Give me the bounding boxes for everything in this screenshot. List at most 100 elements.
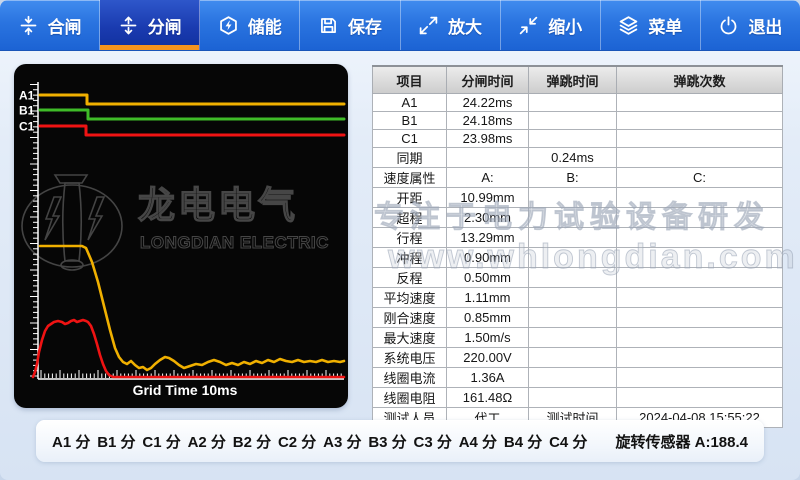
- table-row: 同期0.24ms: [373, 148, 783, 168]
- table-cell: 0.90mm: [447, 248, 529, 268]
- toolbar-button-label: 分闸: [148, 13, 182, 38]
- table-row: C123.98ms: [373, 130, 783, 148]
- phase-status: B2 分: [233, 431, 271, 452]
- phase-status: A2 分: [188, 431, 226, 452]
- exit-icon: [718, 15, 739, 36]
- phase-label-A1: A1: [19, 89, 35, 103]
- table-cell: 13.29mm: [447, 228, 529, 248]
- toolbar-button-label: 合闸: [48, 13, 82, 38]
- zoom-out-icon: [518, 15, 539, 36]
- table-cell: [617, 328, 783, 348]
- table-cell: C1: [373, 130, 447, 148]
- status-bar: A1 分B1 分C1 分A2 分B2 分C2 分A3 分B3 分C3 分A4 分…: [36, 420, 764, 462]
- toolbar-button-energy-storage[interactable]: 储能: [200, 0, 300, 50]
- table-cell: 冲程: [373, 248, 447, 268]
- table-cell: 线圈电流: [373, 368, 447, 388]
- table-cell: [617, 94, 783, 112]
- table-row: B124.18ms: [373, 112, 783, 130]
- toolbar-button-zoom-in[interactable]: 放大: [401, 0, 501, 50]
- table-cell: [529, 328, 617, 348]
- table-cell: [617, 368, 783, 388]
- toolbar-button-menu[interactable]: 菜单: [601, 0, 701, 50]
- phase-label-B1: B1: [19, 104, 35, 118]
- toolbar-button-save[interactable]: 保存: [300, 0, 400, 50]
- waveform-chart: 龙电电气 LONGDIAN ELECTRIC A1B1C1 Grid Time …: [14, 64, 348, 408]
- table-cell: [617, 288, 783, 308]
- table-cell: 23.98ms: [447, 130, 529, 148]
- table-cell: [617, 308, 783, 328]
- phase-status: B4 分: [504, 431, 542, 452]
- phase-status: C2 分: [278, 431, 316, 452]
- table-row: 超程2.30mm: [373, 208, 783, 228]
- table-cell: 同期: [373, 148, 447, 168]
- table-cell: 刚合速度: [373, 308, 447, 328]
- col-header-bounce-count: 弹跳次数: [617, 66, 783, 94]
- toolbar-button-label: 缩小: [548, 13, 582, 38]
- table-cell: [529, 288, 617, 308]
- col-header-bounce-time: 弹跳时间: [529, 66, 617, 94]
- table-cell: [529, 130, 617, 148]
- table-cell: 最大速度: [373, 328, 447, 348]
- toolbar-button-exit[interactable]: 退出: [701, 0, 800, 50]
- table-row: 系统电压220.00V: [373, 348, 783, 368]
- table-row: 线圈电流1.36A: [373, 368, 783, 388]
- phase-status: C1 分: [142, 431, 180, 452]
- table-cell: 超程: [373, 208, 447, 228]
- toolbar: 合闸 分闸 储能 保存: [0, 0, 800, 50]
- table-cell: 24.18ms: [447, 112, 529, 130]
- table-row: 冲程0.90mm: [373, 248, 783, 268]
- table-row: 线圈电阻161.48Ω: [373, 388, 783, 408]
- table-cell: [617, 248, 783, 268]
- table-cell: 161.48Ω: [447, 388, 529, 408]
- col-header-open-time: 分闸时间: [447, 66, 529, 94]
- table-cell: [617, 148, 783, 168]
- table-cell: [617, 388, 783, 408]
- travel-curve: [40, 246, 344, 370]
- table-cell: [617, 112, 783, 130]
- main-screen: 合闸 分闸 储能 保存: [0, 0, 800, 480]
- table-cell: [529, 308, 617, 328]
- table-cell: 0.50mm: [447, 268, 529, 288]
- table-cell: [617, 130, 783, 148]
- toolbar-button-zoom-out[interactable]: 缩小: [501, 0, 601, 50]
- table-cell: 220.00V: [447, 348, 529, 368]
- table-cell: 0.85mm: [447, 308, 529, 328]
- table-cell: 24.22ms: [447, 94, 529, 112]
- table-cell: A:: [447, 168, 529, 188]
- save-icon: [318, 15, 339, 36]
- toolbar-button-label: 放大: [448, 13, 482, 38]
- toolbar-button-open-switch[interactable]: 分闸: [100, 0, 200, 50]
- toolbar-button-close-switch[interactable]: 合闸: [0, 0, 100, 50]
- table-cell: 速度属性: [373, 168, 447, 188]
- table-cell: C:: [617, 168, 783, 188]
- phase-label-C1: C1: [19, 120, 35, 134]
- toolbar-button-label: 储能: [248, 13, 282, 38]
- table-cell: [617, 228, 783, 248]
- brand-logo-watermark: 龙电电气 LONGDIAN ELECTRIC: [22, 175, 329, 270]
- phase-line-A1: [40, 95, 344, 104]
- table-row: 反程0.50mm: [373, 268, 783, 288]
- results-table: 项目 分闸时间 弹跳时间 弹跳次数 A124.22msB124.18msC123…: [372, 65, 783, 428]
- table-cell: [529, 228, 617, 248]
- phase-status: A1 分: [52, 431, 90, 452]
- table-cell: [529, 368, 617, 388]
- zoom-in-icon: [418, 15, 439, 36]
- phase-status: C3 分: [414, 431, 452, 452]
- open-switch-icon: [118, 15, 139, 36]
- table-row: 最大速度1.50m/s: [373, 328, 783, 348]
- phase-line-C1: [40, 126, 344, 135]
- table-cell: 平均速度: [373, 288, 447, 308]
- table-cell: [447, 148, 529, 168]
- phase-line-B1: [40, 110, 344, 119]
- table-cell: [617, 348, 783, 368]
- table-cell: 反程: [373, 268, 447, 288]
- table-cell: [529, 248, 617, 268]
- table-row: A124.22ms: [373, 94, 783, 112]
- col-header-item: 项目: [373, 66, 447, 94]
- table-cell: [529, 208, 617, 228]
- table-cell: 系统电压: [373, 348, 447, 368]
- table-cell: [529, 94, 617, 112]
- table-cell: 线圈电阻: [373, 388, 447, 408]
- table-row: 平均速度1.11mm: [373, 288, 783, 308]
- waveform-chart-panel: 龙电电气 LONGDIAN ELECTRIC A1B1C1 Grid Time …: [14, 64, 348, 408]
